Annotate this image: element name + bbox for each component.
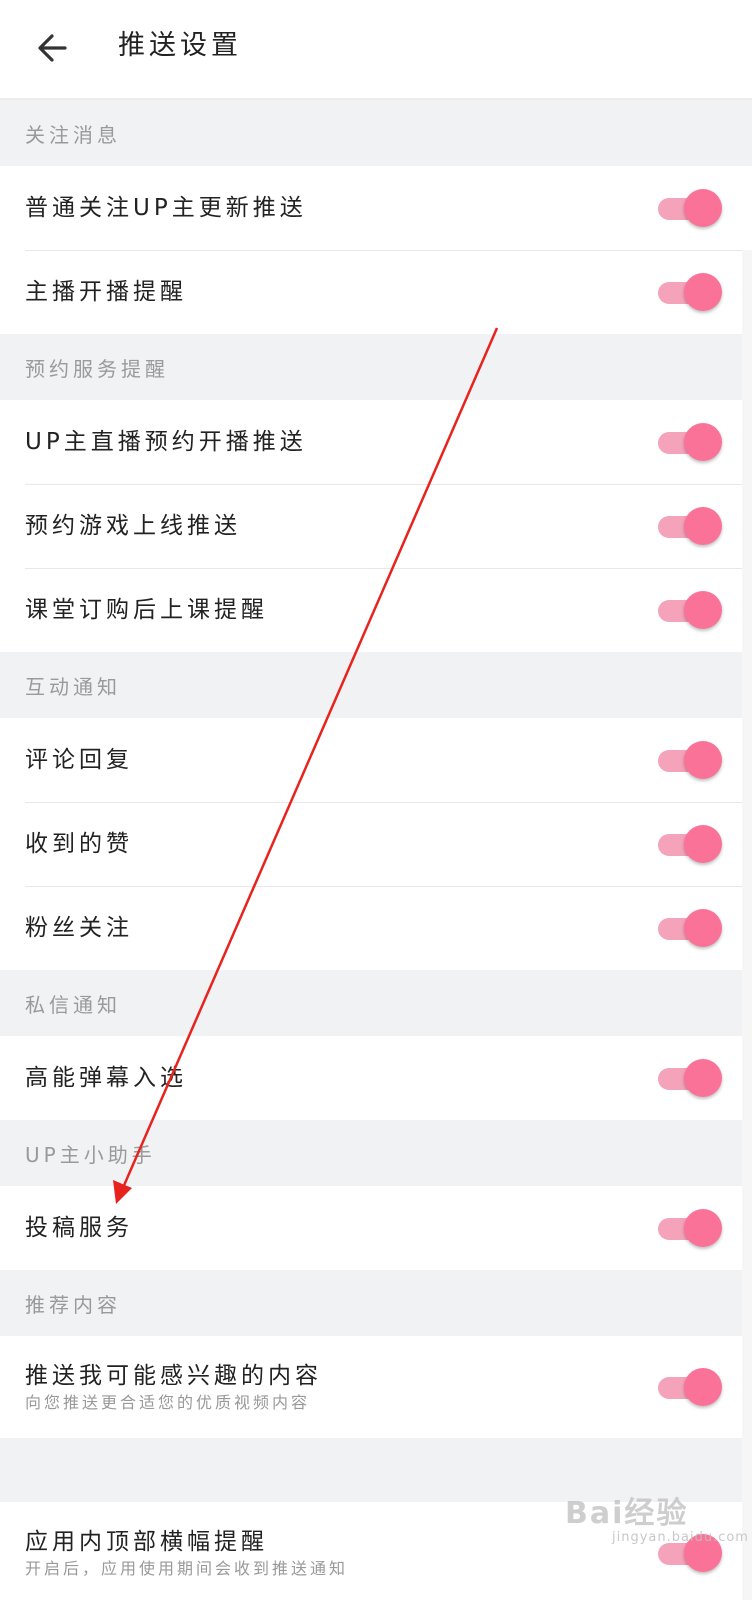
section-header-up-assistant: UP主小助手	[0, 1120, 752, 1186]
divider	[25, 568, 752, 569]
divider	[25, 802, 752, 803]
setting-label: 收到的赞	[25, 831, 133, 857]
toggle-switch[interactable]	[658, 590, 722, 630]
setting-row-interest-push: 推送我可能感兴趣的内容 向您推送更合适您的优质视频内容	[0, 1336, 752, 1438]
divider	[25, 484, 752, 485]
top-bar: 推送设置	[0, 0, 752, 100]
toggle-switch[interactable]	[658, 506, 722, 546]
section-header-recommend: 推荐内容	[0, 1270, 752, 1336]
setting-row-submission-service: 投稿服务	[0, 1186, 752, 1270]
section-header-interaction: 互动通知	[0, 652, 752, 718]
setting-label: 课堂订购后上课提醒	[25, 597, 268, 623]
setting-description: 向您推送更合适您的优质视频内容	[25, 1393, 311, 1412]
section-title: 预约服务提醒	[25, 356, 169, 381]
divider	[25, 886, 752, 887]
toggle-switch[interactable]	[658, 188, 722, 228]
section-title: 推荐内容	[25, 1292, 121, 1317]
setting-text: 推送我可能感兴趣的内容 向您推送更合适您的优质视频内容	[25, 1360, 322, 1414]
section-title: UP主小助手	[25, 1142, 156, 1167]
setting-row-live-reservation: UP主直播预约开播推送	[0, 400, 752, 484]
scrollbar[interactable]	[742, 250, 752, 1600]
divider	[25, 250, 752, 251]
setting-row-likes: 收到的赞	[0, 802, 752, 886]
setting-label: 粉丝关注	[25, 915, 133, 941]
settings-list: 关注消息 普通关注UP主更新推送 主播开播提醒 预约服务提醒 UP主直播预约开播…	[0, 100, 752, 1604]
setting-label: UP主直播预约开播推送	[25, 429, 307, 455]
setting-label: 应用内顶部横幅提醒	[25, 1529, 268, 1555]
setting-label: 预约游戏上线推送	[25, 513, 241, 539]
setting-row-new-follower: 粉丝关注	[0, 886, 752, 970]
setting-row-game-launch: 预约游戏上线推送	[0, 484, 752, 568]
back-button[interactable]	[30, 26, 74, 70]
setting-row-class-reminder: 课堂订购后上课提醒	[0, 568, 752, 652]
toggle-switch[interactable]	[658, 740, 722, 780]
page-title: 推送设置	[118, 30, 242, 61]
arrow-left-icon	[38, 34, 67, 62]
section-header-messages: 私信通知	[0, 970, 752, 1036]
section-header-reservation: 预约服务提醒	[0, 334, 752, 400]
toggle-switch[interactable]	[658, 272, 722, 312]
section-title: 私信通知	[25, 992, 121, 1017]
setting-label: 投稿服务	[25, 1215, 133, 1241]
setting-label: 普通关注UP主更新推送	[25, 195, 307, 221]
toggle-switch[interactable]	[658, 422, 722, 462]
toggle-switch[interactable]	[658, 1367, 722, 1407]
setting-label: 评论回复	[25, 747, 133, 773]
setting-row-live-start: 主播开播提醒	[0, 250, 752, 334]
setting-label: 主播开播提醒	[25, 279, 187, 305]
setting-description: 开启后，应用使用期间会收到推送通知	[25, 1559, 349, 1578]
setting-label: 推送我可能感兴趣的内容	[25, 1363, 322, 1389]
setting-label: 高能弹幕入选	[25, 1065, 187, 1091]
setting-text: 应用内顶部横幅提醒 开启后，应用使用期间会收到推送通知	[25, 1526, 348, 1580]
toggle-switch[interactable]	[658, 908, 722, 948]
toggle-switch[interactable]	[658, 1208, 722, 1248]
section-header-follow: 关注消息	[0, 100, 752, 166]
toggle-switch[interactable]	[658, 1058, 722, 1098]
section-title: 互动通知	[25, 674, 121, 699]
toggle-switch[interactable]	[658, 824, 722, 864]
watermark-logo: Bai经验	[565, 1496, 689, 1531]
setting-row-follow-update: 普通关注UP主更新推送	[0, 166, 752, 250]
setting-row-danmaku: 高能弹幕入选	[0, 1036, 752, 1120]
setting-row-comment-reply: 评论回复	[0, 718, 752, 802]
section-title: 关注消息	[25, 122, 121, 147]
watermark-url: jingyan.baidu.com	[612, 1530, 749, 1545]
